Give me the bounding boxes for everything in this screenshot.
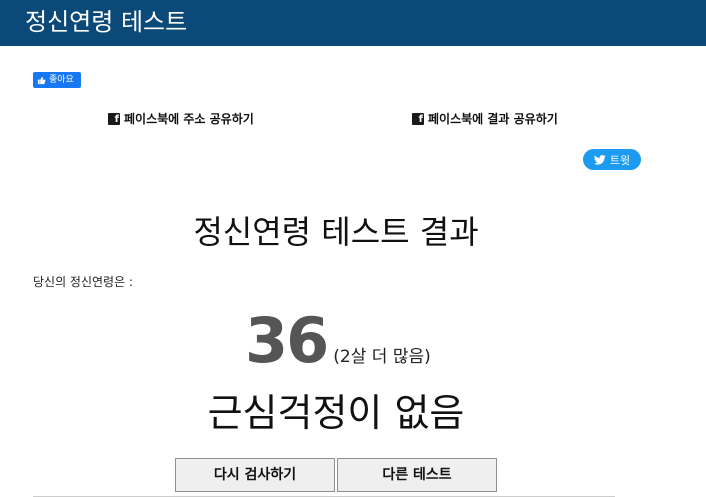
result-heading: 정신연령 테스트 결과 xyxy=(193,213,479,251)
facebook-like-button[interactable]: 좋아요 xyxy=(33,72,81,88)
share-result-label: 페이스북에 결과 공유하기 xyxy=(428,112,558,126)
facebook-icon: f xyxy=(412,113,424,125)
other-test-button[interactable]: 다른 테스트 xyxy=(337,458,497,492)
facebook-icon: f xyxy=(108,113,120,125)
age-difference: (2살 더 많음) xyxy=(333,347,431,367)
tweet-label: 트윗 xyxy=(609,153,631,167)
tweet-button[interactable]: 트윗 xyxy=(583,149,641,170)
share-address-link[interactable]: f 페이스북에 주소 공유하기 xyxy=(108,110,254,128)
retry-test-button[interactable]: 다시 검사하기 xyxy=(175,458,335,492)
age-result: 36 (2살 더 많음) xyxy=(245,306,431,376)
like-label: 좋아요 xyxy=(49,75,74,85)
header-bar: 정신연령 테스트 xyxy=(0,0,706,46)
twitter-bird-icon xyxy=(593,154,606,165)
age-label: 당신의 정신연령은 : xyxy=(33,275,133,289)
share-result-link[interactable]: f 페이스북에 결과 공유하기 xyxy=(412,110,558,128)
age-value: 36 xyxy=(245,304,329,377)
share-address-label: 페이스북에 주소 공유하기 xyxy=(124,112,254,126)
thumbs-up-icon xyxy=(37,76,46,84)
result-status: 근심걱정이 없음 xyxy=(207,391,465,435)
site-title[interactable]: 정신연령 테스트 xyxy=(25,6,187,38)
